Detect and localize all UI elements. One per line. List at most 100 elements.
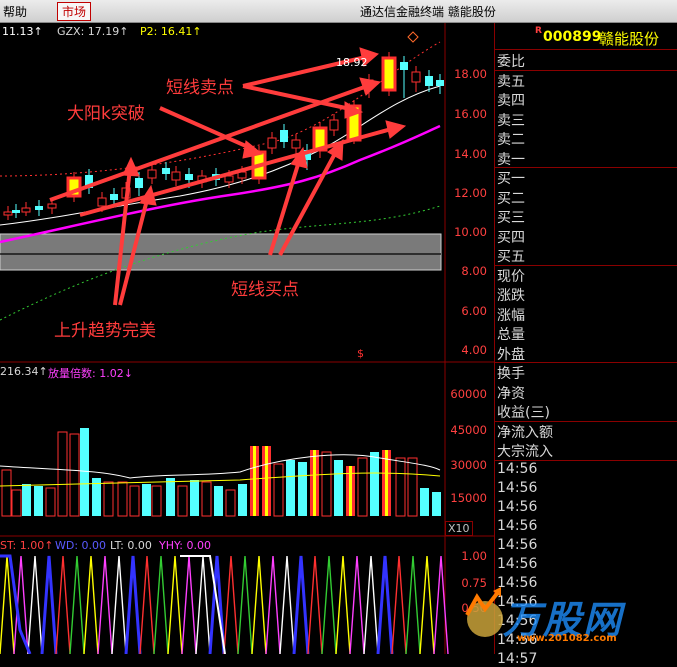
- indicator-zigzag: [111, 555, 127, 654]
- quote-row-label: 涨跌: [497, 288, 525, 304]
- annotation-uptrend: 上升趋势完美: [54, 321, 156, 341]
- quote-row-label: 收益(三): [497, 405, 550, 421]
- ma-magenta-line: [0, 124, 441, 244]
- annotation-big-yang: 大阳k突破: [67, 104, 145, 124]
- candle: [267, 132, 277, 154]
- volume-bar: [225, 489, 236, 517]
- candle: [411, 66, 421, 92]
- indicator-zigzag: [139, 555, 155, 654]
- order-row-label: 买一: [497, 171, 525, 187]
- volume-bar: [321, 451, 332, 517]
- order-row-label: 卖三: [497, 112, 525, 129]
- indicator-zigzag: [97, 555, 113, 654]
- volume-bar: [190, 480, 199, 516]
- price-axis-label: 4.00: [461, 343, 487, 357]
- volume-bars: [1, 428, 441, 517]
- menu-bar: 帮助 市场 通达信金融终端 赣能股份: [0, 0, 677, 23]
- indicator-zigzag: [349, 555, 365, 654]
- volume-bar: [80, 428, 89, 516]
- candle: [3, 206, 13, 220]
- volume-bar: [214, 486, 223, 516]
- yhy-legend: YHY: 0.00: [159, 539, 211, 552]
- indicator-zigzag: [237, 555, 253, 654]
- volume-axis-label: 15000: [450, 491, 487, 505]
- volume-bar: [273, 463, 284, 517]
- candle: [400, 56, 408, 98]
- annotation-short-buy: 短线买点: [231, 280, 299, 300]
- quote-row-label: 总量: [497, 327, 525, 343]
- volume-bar: [22, 484, 31, 516]
- trade-time: 14:56: [497, 517, 538, 534]
- trade-time: 14:56: [497, 479, 538, 496]
- volume-legend: 216.34↑: [0, 365, 48, 378]
- candle: [162, 162, 170, 180]
- menu-market[interactable]: 市场: [57, 2, 92, 21]
- volume-bar: [407, 457, 418, 517]
- candle: [12, 204, 20, 218]
- gzx-legend: GZX: 17.19↑: [57, 25, 129, 38]
- quote-row-label: 净流入额: [497, 424, 553, 441]
- price-axis-label: 14.00: [454, 147, 487, 161]
- st-legend: ST: 1.00↑: [0, 539, 54, 552]
- price-axis-label: 12.00: [454, 186, 487, 200]
- indicator-zigzag: [335, 555, 351, 654]
- candle: [329, 114, 339, 136]
- trade-time: 14:56: [497, 460, 538, 477]
- volume-bar: [177, 485, 188, 517]
- quote-row-label: 净资: [497, 385, 525, 402]
- order-row-label: 卖一: [497, 151, 525, 168]
- order-row-label: 卖五: [497, 73, 525, 90]
- stock-name: 赣能股份: [599, 30, 660, 48]
- volume-bar: [69, 433, 80, 517]
- trade-time: 14:56: [497, 536, 538, 553]
- stock-r-badge: R: [535, 26, 542, 36]
- volume-bar: [129, 485, 140, 517]
- price-axis-label: 6.00: [461, 304, 487, 318]
- order-row-label: 卖四: [497, 93, 525, 109]
- candle: [381, 52, 397, 96]
- indicator-axis-label: 1.00: [461, 549, 487, 563]
- quote-row-label: 现价: [497, 268, 525, 285]
- volume-bar: [357, 457, 368, 517]
- indicator-zigzag: [55, 555, 71, 654]
- order-row-label: 卖二: [497, 132, 525, 148]
- candle: [147, 164, 157, 184]
- candle: [21, 202, 31, 216]
- indicator-zigzag: [307, 555, 323, 654]
- volume-axis-label: 60000: [450, 387, 487, 401]
- volume-bar: [57, 431, 68, 517]
- indicator-zigzag: [83, 555, 99, 654]
- volume-bar: [103, 481, 114, 517]
- quote-row-label: 涨幅: [497, 307, 525, 324]
- indicator-lines: [0, 554, 449, 654]
- indicator-zigzag: [69, 555, 85, 654]
- candle: [280, 124, 288, 148]
- indicator-zigzag: [405, 555, 421, 654]
- quote-row-label: 大宗流入: [497, 444, 553, 460]
- volume-bar: [34, 486, 43, 516]
- volume-bar: [117, 481, 128, 517]
- indicator-zigzag: [223, 555, 239, 654]
- price-axis-label: 16.00: [454, 107, 487, 121]
- indicator-zigzag: [153, 555, 169, 654]
- volume-bar: [1, 469, 12, 517]
- menu-help[interactable]: 帮助: [3, 3, 27, 20]
- indicator-zigzag: [321, 555, 337, 654]
- watermark-url: www.201082.com: [517, 633, 617, 644]
- high-marker-diamond: [407, 31, 419, 43]
- stock-code[interactable]: 000899: [543, 29, 601, 45]
- indicator-zigzag: [195, 555, 211, 654]
- chart-area[interactable]: 11.13↑ GZX: 17.19↑ P2: 16.41↑ 18.92 18.0…: [0, 23, 495, 654]
- volume-bar: [298, 462, 307, 516]
- volume-bar: [250, 446, 259, 516]
- indicator-zigzag: [124, 555, 142, 654]
- indicator-zigzag: [251, 555, 267, 654]
- annotation-short-sell: 短线卖点: [166, 78, 234, 98]
- indicator-zigzag: [279, 555, 295, 654]
- volume-bar: [310, 450, 319, 516]
- indicator-zigzag: [363, 555, 379, 654]
- order-row-label: 买四: [497, 229, 525, 246]
- volume-bar: [201, 481, 212, 517]
- dollar-mark: $: [357, 347, 364, 360]
- quote-row-label: 换手: [497, 366, 525, 382]
